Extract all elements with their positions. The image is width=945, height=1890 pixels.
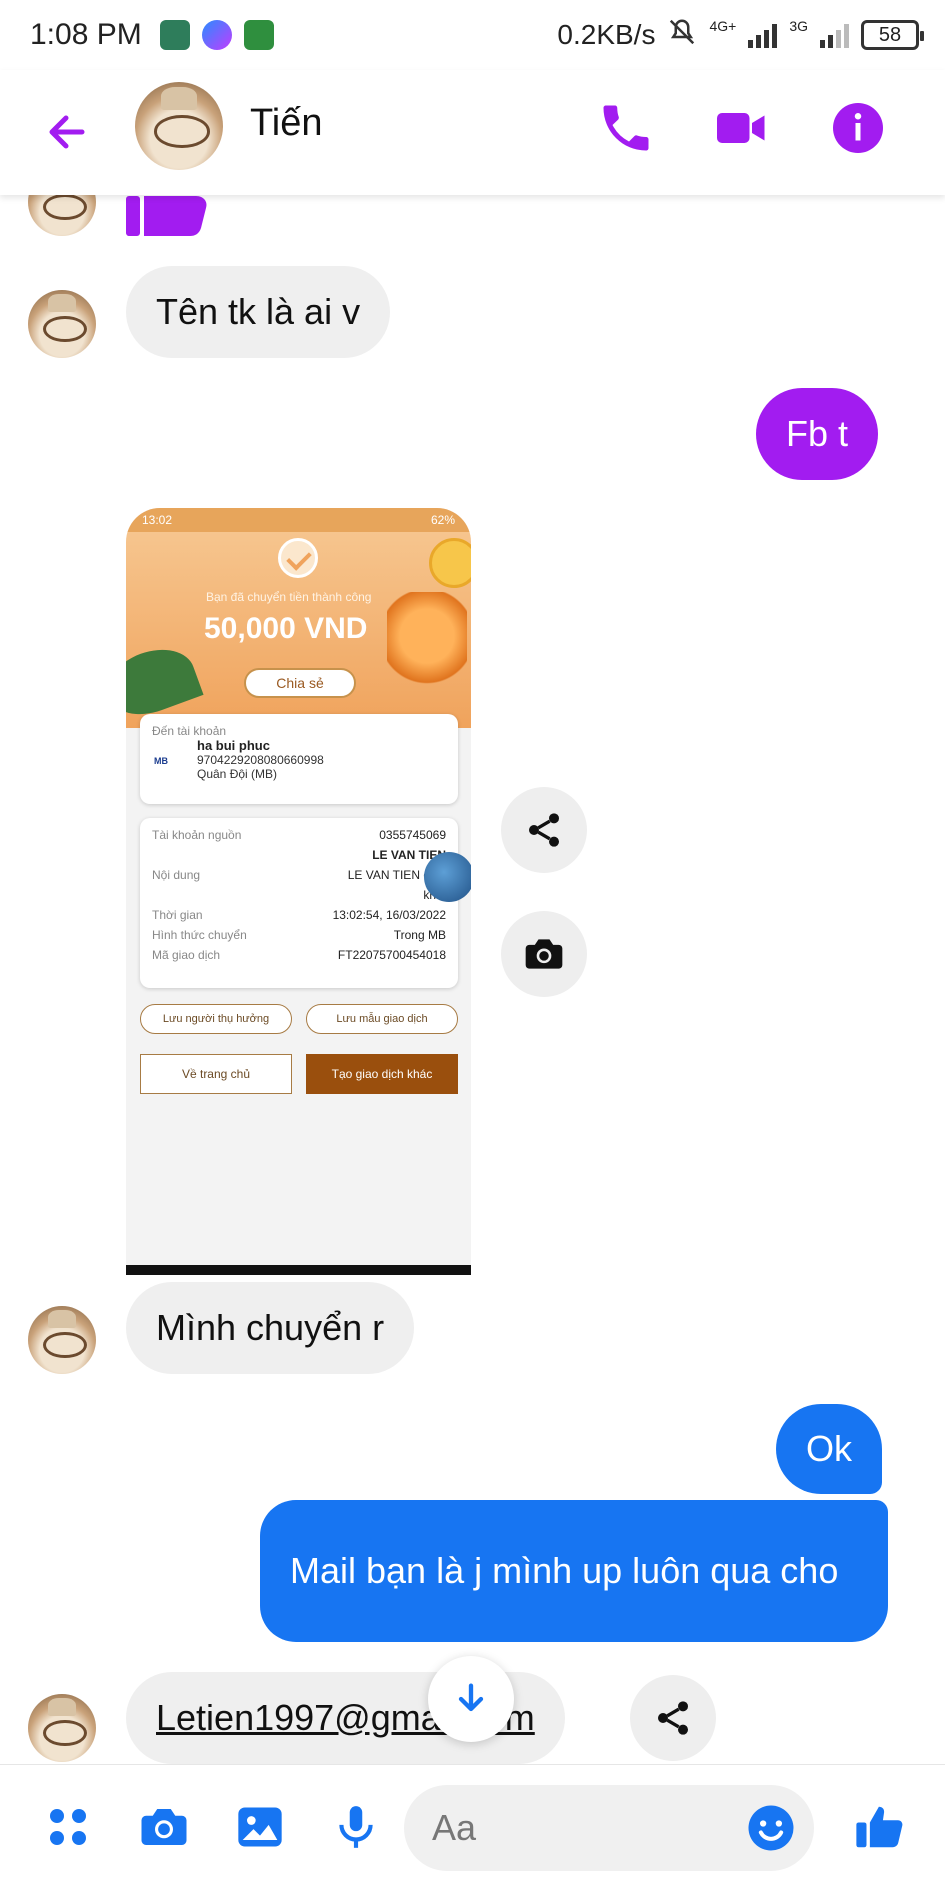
recipient-name: ha bui phuc <box>197 738 270 753</box>
voice-record-button[interactable] <box>328 1799 384 1855</box>
share-receipt-button: Chia sẻ <box>244 668 356 698</box>
detail-row: Mã giao dịch FT22075700454018 <box>152 948 446 962</box>
battery-level: 58 <box>878 23 902 46</box>
incoming-message[interactable]: Tên tk là ai v <box>126 266 391 358</box>
message-avatar[interactable] <box>28 290 96 358</box>
share-label: Chia sẻ <box>276 675 324 691</box>
info-icon <box>833 103 883 153</box>
message-avatar[interactable] <box>28 1306 96 1374</box>
chat-app-icon <box>159 20 190 50</box>
camera-icon <box>141 1809 187 1845</box>
image-status-time: 13:02 <box>142 513 173 527</box>
messenger-icon <box>201 20 232 50</box>
share-image-button[interactable] <box>501 787 587 873</box>
message-avatar[interactable] <box>28 1694 96 1762</box>
chat-header: Tiến <box>0 70 945 195</box>
share-message-button[interactable] <box>630 1675 716 1761</box>
microphone-icon <box>339 1806 373 1848</box>
transfer-success-text: Bạn đã chuyển tiền thành công <box>206 590 372 604</box>
image-icon <box>238 1807 282 1847</box>
detail-row: LE VAN TIEN <box>372 848 446 862</box>
message-text: Mail bạn là j mình up luôn qua cho <box>290 1550 839 1591</box>
signal-type-1: 4G+ <box>709 18 737 34</box>
video-camera-icon <box>717 113 765 143</box>
tiger-illustration <box>387 592 467 702</box>
message-input[interactable] <box>432 1803 722 1853</box>
contact-name[interactable]: Tiến <box>250 102 323 145</box>
conversation-info-button[interactable] <box>828 98 888 158</box>
camera-button[interactable] <box>136 1799 192 1855</box>
home-button: Về trang chủ <box>140 1054 292 1094</box>
detail-row: Nội dung LE VAN TIEN ch... <box>152 868 446 882</box>
incoming-message[interactable]: Mình chuyển r <box>126 1282 415 1374</box>
image-status-bar: 13:02 62% <box>126 508 471 532</box>
scroll-to-bottom-button[interactable] <box>428 1656 514 1742</box>
apps-grid-icon <box>50 1809 86 1845</box>
detail-row: Thời gian 13:02:54, 16/03/2022 <box>152 908 446 922</box>
voice-call-button[interactable] <box>596 98 656 158</box>
back-arrow-icon <box>49 115 85 149</box>
status-time: 1:08 PM <box>30 18 142 51</box>
signal-type-2: 3G <box>789 18 808 34</box>
to-account-label: Đến tài khoản <box>152 724 227 738</box>
recipient-bank: Quân Đội (MB) <box>197 767 278 781</box>
like-button[interactable] <box>852 1799 908 1855</box>
recipient-card: Đến tài khoản MB ha bui phuc 97042292080… <box>140 714 458 804</box>
thumbs-up-icon <box>856 1806 903 1848</box>
network-speed: 0.2KB/s <box>557 19 656 50</box>
share-icon <box>529 813 559 847</box>
emoji-button[interactable] <box>744 1801 798 1855</box>
thumbs-up-sticker[interactable] <box>126 190 212 236</box>
mute-icon <box>667 17 697 54</box>
coin-decoration <box>429 538 471 588</box>
save-beneficiary-button: Lưu người thụ hưởng <box>140 1004 292 1034</box>
arrow-down-icon <box>458 1683 484 1712</box>
emoji-icon <box>748 1805 794 1851</box>
transaction-details-card: Tài khoản nguồn 0355745069 LE VAN TIEN Nộ… <box>140 818 458 988</box>
contact-avatar[interactable] <box>135 82 223 170</box>
camera-effects-button[interactable] <box>501 911 587 997</box>
image-status-battery: 62% <box>430 513 455 527</box>
save-template-button: Lưu mẫu giao dịch <box>306 1004 458 1034</box>
back-button[interactable] <box>38 102 98 162</box>
message-input-container[interactable] <box>404 1785 814 1871</box>
detail-row: Hình thức chuyển Trong MB <box>152 928 446 942</box>
battery-icon: 58 <box>861 20 924 50</box>
status-bar: 1:08 PM 0.2KB/s 4G+ 3G 58 <box>0 0 945 70</box>
message-composer <box>0 1764 945 1890</box>
signal-bars-1-icon <box>748 22 778 48</box>
gallery-button[interactable] <box>232 1799 288 1855</box>
bank-logo: MB <box>154 756 168 766</box>
message-text: Fb t <box>786 413 849 454</box>
message-text: Mình chuyển r <box>156 1307 385 1348</box>
video-call-button[interactable] <box>712 98 772 158</box>
calculator-icon <box>243 20 274 50</box>
share-icon <box>658 1701 688 1735</box>
transfer-amount: 50,000 VND <box>204 612 368 645</box>
success-check-icon <box>278 538 318 578</box>
thumbs-up-icon <box>126 196 207 236</box>
outgoing-message[interactable]: Mail bạn là j mình up luôn qua cho <box>260 1500 888 1642</box>
more-actions-button[interactable] <box>40 1799 96 1855</box>
signal-bars-2-icon <box>820 22 849 48</box>
recipient-account: 9704229208080660998 <box>197 753 324 767</box>
shared-image-bank-transfer[interactable]: 13:02 62% Bạn đã chuyển tiền thành công … <box>126 508 471 1275</box>
transfer-success-banner: Bạn đã chuyển tiền thành công 50,000 VND… <box>126 532 471 728</box>
outgoing-message[interactable]: Fb t <box>756 388 879 480</box>
phone-icon <box>603 105 649 151</box>
detail-row: Tài khoản nguồn 0355745069 <box>152 828 446 842</box>
message-text: Ok <box>806 1428 853 1469</box>
leaf-decoration <box>126 638 204 726</box>
camera-icon <box>525 939 563 969</box>
outgoing-message[interactable]: Ok <box>776 1404 883 1494</box>
message-text: Tên tk là ai v <box>156 291 361 332</box>
detail-row: kh... <box>152 888 446 902</box>
overlay-bubble <box>424 852 471 902</box>
new-transaction-button: Tạo giao dịch khác <box>306 1054 458 1094</box>
home-indicator <box>254 1267 344 1271</box>
